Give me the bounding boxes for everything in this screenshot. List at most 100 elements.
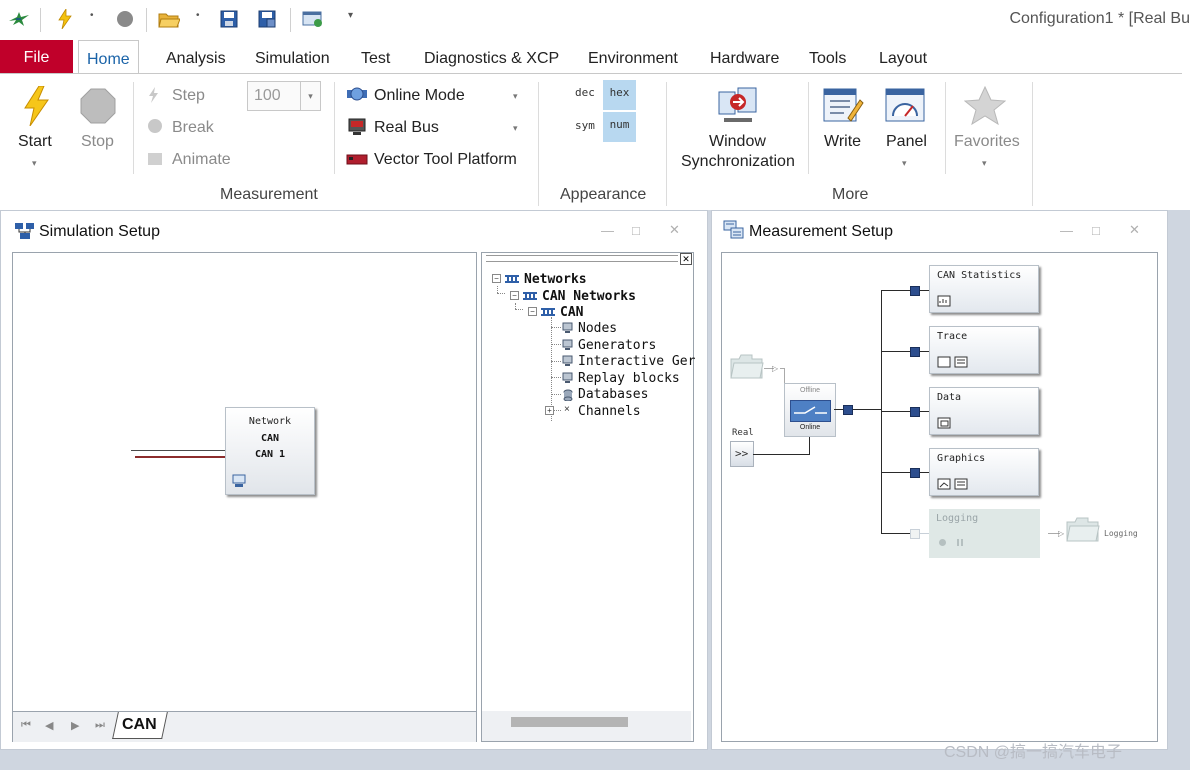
measurement-canvas[interactable]: ▷ Real >> Offline Online CAN Statistics …: [721, 252, 1158, 742]
start-large-icon[interactable]: [20, 85, 52, 131]
panel-button[interactable]: Panel: [886, 133, 927, 151]
tab-home[interactable]: Home: [78, 40, 139, 75]
real-bus-button[interactable]: Real Bus: [374, 119, 439, 137]
num-toggle[interactable]: num: [603, 112, 636, 142]
collapse-can-icon[interactable]: −: [528, 307, 537, 316]
real-bus-caret-icon[interactable]: ▾: [513, 123, 518, 134]
statistics-window-icon: [937, 294, 951, 312]
customize-toolbar-icon[interactable]: ▾: [348, 10, 353, 21]
collapse-networks-icon[interactable]: −: [492, 274, 501, 283]
tab-layout[interactable]: Layout: [871, 40, 935, 74]
graphics-connector[interactable]: [910, 468, 920, 478]
channels-icon: ×: [564, 404, 570, 415]
next-sheet-icon[interactable]: ▶: [71, 719, 79, 732]
start-dropdown-icon[interactable]: •: [90, 10, 94, 21]
switch-output-connector[interactable]: [843, 405, 853, 415]
last-sheet-icon[interactable]: ⏭: [95, 719, 105, 732]
tab-file[interactable]: File: [0, 40, 73, 74]
tree-pane-close-icon[interactable]: ✕: [680, 253, 692, 265]
open-dropdown-icon[interactable]: •: [196, 10, 200, 21]
tab-environment[interactable]: Environment: [580, 40, 686, 74]
block-data[interactable]: Data: [929, 387, 1039, 435]
tree-channels[interactable]: Channels: [578, 404, 641, 419]
collapse-can-networks-icon[interactable]: −: [510, 291, 519, 300]
stop-button[interactable]: Stop: [81, 133, 114, 151]
animate-button[interactable]: Animate: [172, 151, 231, 169]
ribbon-home: Start ▾ Stop Step Break Animate 100 ▾ On…: [0, 73, 1182, 211]
start-button[interactable]: Start: [18, 133, 52, 151]
block-graphics[interactable]: Graphics: [929, 448, 1039, 496]
save-icon[interactable]: [218, 8, 240, 30]
minimize-icon[interactable]: —: [601, 223, 614, 238]
save-all-icon[interactable]: [256, 8, 278, 30]
favorites-button[interactable]: Favorites: [954, 133, 1020, 151]
panel-caret-icon[interactable]: ▾: [902, 158, 907, 169]
tree-nodes[interactable]: Nodes: [578, 321, 617, 336]
data-connector[interactable]: [910, 407, 920, 417]
step-button[interactable]: Step: [172, 87, 205, 105]
dec-toggle[interactable]: dec: [575, 86, 595, 99]
online-mode-button[interactable]: Online Mode: [374, 87, 465, 105]
logging-connector[interactable]: [910, 529, 920, 539]
tree-can[interactable]: CAN: [560, 305, 583, 320]
network-block-label-1: Network: [248, 416, 292, 427]
block-trace[interactable]: Trace: [929, 326, 1039, 374]
can-statistics-connector[interactable]: [910, 286, 920, 296]
logging-output-folder-icon[interactable]: [1066, 516, 1100, 547]
real-source-button[interactable]: >>: [730, 441, 754, 467]
online-label: Online: [799, 424, 821, 431]
first-sheet-icon[interactable]: ⏮: [21, 719, 31, 732]
window-sync-label-2[interactable]: Synchronization: [681, 153, 795, 171]
tree-replay-blocks[interactable]: Replay blocks: [578, 371, 680, 386]
block-can-statistics[interactable]: CAN Statistics: [929, 265, 1039, 313]
tab-analysis[interactable]: Analysis: [158, 40, 234, 74]
hex-toggle[interactable]: hex: [603, 80, 636, 110]
logging-record-icon: [939, 539, 946, 546]
offline-source-folder-icon[interactable]: [730, 353, 764, 384]
maximize-icon[interactable]: □: [1092, 223, 1100, 238]
tree-generators[interactable]: Generators: [578, 338, 656, 353]
online-mode-caret-icon[interactable]: ▾: [513, 91, 518, 102]
write-button[interactable]: Write: [824, 133, 861, 151]
canoe-logo-icon[interactable]: [8, 8, 30, 30]
real-source-label: Real: [732, 428, 754, 438]
configuration-icon[interactable]: [302, 8, 324, 30]
close-icon[interactable]: ✕: [1129, 222, 1140, 238]
break-button[interactable]: Break: [172, 119, 214, 137]
tab-simulation[interactable]: Simulation: [247, 40, 338, 74]
tree-scrollbar-thumb[interactable]: [511, 717, 628, 727]
sym-toggle[interactable]: sym: [575, 119, 595, 132]
simulation-canvas[interactable]: Network CAN CAN 1 ⏮ ◀ ▶ ⏭ CAN: [12, 252, 477, 742]
stop-large-icon[interactable]: [80, 88, 116, 129]
sheet-tab-can-label: CAN: [122, 716, 157, 733]
online-offline-switch[interactable]: Offline Online: [784, 383, 836, 437]
tree-interactive-generators[interactable]: Interactive Ger: [578, 354, 695, 369]
maximize-icon[interactable]: □: [632, 223, 640, 238]
start-lightning-icon[interactable]: [54, 8, 76, 30]
prev-sheet-icon[interactable]: ◀: [45, 719, 53, 732]
speed-dropdown-icon[interactable]: ▾: [300, 82, 320, 110]
start-caret-icon[interactable]: ▾: [32, 158, 37, 169]
animation-speed-select[interactable]: 100 ▾: [247, 81, 321, 111]
vector-tool-platform-button[interactable]: Vector Tool Platform: [374, 151, 517, 169]
close-icon[interactable]: ✕: [669, 222, 680, 238]
tree-horizontal-scrollbar[interactable]: [482, 711, 691, 741]
trace-connector[interactable]: [910, 347, 920, 357]
stop-icon[interactable]: [114, 8, 136, 30]
expand-channels-icon[interactable]: +: [545, 406, 554, 415]
tab-test[interactable]: Test: [353, 40, 398, 74]
tree-can-networks[interactable]: CAN Networks: [542, 289, 636, 304]
window-synchronization-icon: [716, 84, 760, 133]
block-logging[interactable]: Logging: [929, 509, 1040, 558]
window-sync-label-1[interactable]: Window: [709, 133, 766, 151]
tree-networks[interactable]: Networks: [524, 272, 587, 287]
tab-tools[interactable]: Tools: [801, 40, 854, 74]
tab-hardware[interactable]: Hardware: [702, 40, 787, 74]
tab-diagnostics-xcp[interactable]: Diagnostics & XCP: [416, 40, 567, 74]
open-folder-icon[interactable]: [158, 8, 180, 30]
favorites-caret-icon[interactable]: ▾: [982, 158, 987, 169]
logging-output-label: Logging: [1104, 529, 1138, 538]
minimize-icon[interactable]: —: [1060, 223, 1073, 238]
network-block-can[interactable]: Network CAN CAN 1: [225, 407, 315, 495]
tree-databases[interactable]: Databases: [578, 387, 648, 402]
